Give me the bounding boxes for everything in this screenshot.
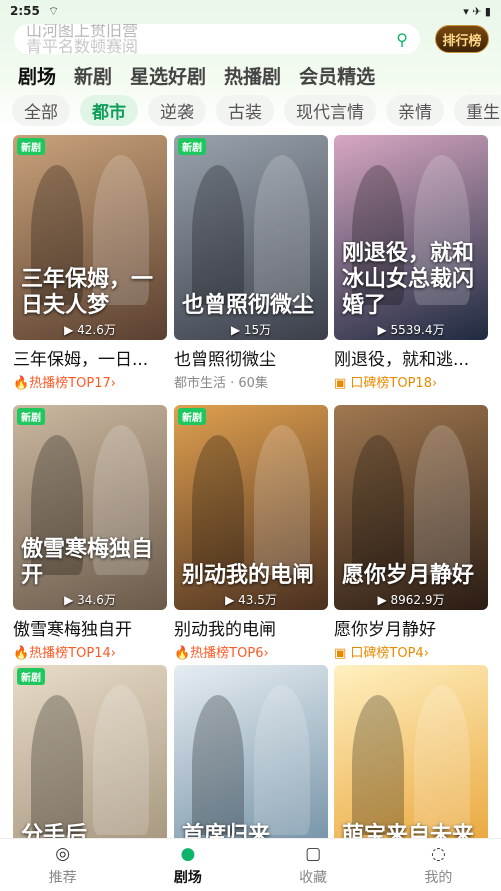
poster-figure [414, 425, 470, 575]
category-tabs: 剧场 新剧 星选好剧 热播剧 会员精选 [18, 62, 375, 89]
poster-figure [192, 165, 244, 305]
new-badge: 新剧 [17, 668, 45, 685]
poster-image[interactable]: 新剧傲雪寒梅独自开 ▶ 34.6万 [13, 405, 167, 610]
drama-card[interactable]: 新剧 也曾照彻微尘 ▶ 15万 也曾照彻微尘 都市生活 · 60集 [174, 135, 328, 391]
new-badge: 新剧 [178, 138, 206, 155]
profile-icon: ◌ [430, 843, 446, 864]
tab-label: 我的 [424, 869, 453, 886]
poster-title: 愿你岁月静好 [342, 562, 475, 588]
view-count: ▶ 43.5万 [225, 593, 277, 607]
drama-rank-meta[interactable]: 🔥热播榜TOP6› [174, 642, 328, 661]
tab-profile[interactable]: ◌ 我的 [376, 839, 501, 891]
tab-planet[interactable]: ◎ 推荐 [0, 839, 125, 891]
tab-category-1[interactable]: 新剧 [74, 62, 112, 89]
view-count: ▶ 5539.4万 [377, 323, 445, 337]
drama-card[interactable]: 愿你岁月静好 ▶ 8962.9万 愿你岁月静好 ▣ 口碑榜TOP4› [334, 405, 488, 661]
tab-category-4[interactable]: 会员精选 [299, 62, 375, 89]
view-count: ▶ 34.6万 [64, 593, 116, 607]
drama-card[interactable]: 新剧三年保姆，一日夫人梦 ▶ 42.6万三年保姆，一日... 🔥热播榜TOP17› [13, 135, 167, 391]
bookmark-icon: ▢ [305, 843, 322, 864]
status-bar: 2:55 ⌔ ▾ ✈ ▮ [0, 0, 501, 22]
drama-rank-meta[interactable]: 🔥热播榜TOP14› [13, 642, 167, 661]
poster-figure [93, 685, 149, 835]
drama-title[interactable]: 傲雪寒梅独自开 [13, 615, 167, 640]
chip-subcategory-4[interactable]: 现代言情 [284, 95, 376, 126]
tab-label: 收藏 [299, 869, 328, 886]
drama-title[interactable]: 别动我的电闸 [174, 615, 328, 640]
drama-title[interactable]: 三年保姆，一日... [13, 345, 167, 370]
new-badge: 新剧 [17, 408, 45, 425]
bottom-tab-bar: ◎ 推荐 ● 剧场 ▢ 收藏 ◌ 我的 [0, 838, 501, 891]
tab-category-3[interactable]: 热播剧 [224, 62, 281, 89]
status-icons: ▾ ✈ ▮ [463, 4, 491, 18]
tab-label: 剧场 [173, 869, 202, 886]
planet-icon: ◎ [55, 843, 71, 864]
chip-subcategory-0[interactable]: 全部 [12, 95, 70, 126]
poster-figure [31, 695, 83, 835]
search-input[interactable]: 山河图上贯旧营 青平名数顿赛阅 ⚲ [14, 24, 420, 54]
theater-icon: ● [180, 843, 196, 864]
view-count: ▶ 8962.9万 [377, 593, 445, 607]
search-icon[interactable]: ⚲ [396, 30, 408, 49]
search-placeholder-line2: 青平名数顿赛阅 [26, 37, 139, 55]
chip-subcategory-1[interactable]: 都市 [80, 95, 138, 126]
poster-figure [352, 695, 404, 835]
drama-title[interactable]: 也曾照彻微尘 [174, 345, 328, 370]
poster-image[interactable]: 刚退役，就和冰山女总裁闪婚了 ▶ 5539.4万 [334, 135, 488, 340]
chip-subcategory-2[interactable]: 逆袭 [148, 95, 206, 126]
drama-title[interactable]: 刚退役，就和逃... [334, 345, 488, 370]
tab-bookmark[interactable]: ▢ 收藏 [251, 839, 376, 891]
poster-figure [254, 155, 310, 305]
poster-figure [254, 425, 310, 575]
drama-title[interactable]: 愿你岁月静好 [334, 615, 488, 640]
tab-theater[interactable]: ● 剧场 [125, 839, 250, 891]
new-badge: 新剧 [178, 408, 206, 425]
poster-figure [192, 435, 244, 575]
chip-subcategory-6[interactable]: 重生 [454, 95, 501, 126]
tab-category-2[interactable]: 星选好剧 [130, 62, 206, 89]
ranking-button[interactable]: 排行榜 [435, 25, 489, 53]
chip-subcategory-3[interactable]: 古装 [216, 95, 274, 126]
poster-title: 三年保姆，一日夫人梦 [21, 266, 154, 318]
poster-figure [254, 685, 310, 835]
status-time: 2:55 [10, 4, 40, 18]
drama-rank-meta[interactable]: ▣ 口碑榜TOP18› [334, 372, 488, 391]
drama-rank-meta[interactable]: ▣ 口碑榜TOP4› [334, 642, 488, 661]
wifi-icon: ⌔ [47, 3, 60, 18]
poster-image[interactable]: 新剧三年保姆，一日夫人梦 ▶ 42.6万 [13, 135, 167, 340]
poster-image[interactable]: 愿你岁月静好 ▶ 8962.9万 [334, 405, 488, 610]
poster-title: 也曾照彻微尘 [182, 292, 315, 318]
poster-title: 傲雪寒梅独自开 [21, 536, 154, 588]
drama-card[interactable]: 新剧 别动我的电闸 ▶ 43.5万 别动我的电闸 🔥热播榜TOP6› [174, 405, 328, 661]
view-count: ▶ 42.6万 [64, 323, 116, 337]
poster-title: 刚退役，就和冰山女总裁闪婚了 [342, 240, 475, 318]
drama-card[interactable]: 新剧 傲雪寒梅独自开 ▶ 34.6万 傲雪寒梅独自开 🔥热播榜TOP14› [13, 405, 167, 661]
drama-card[interactable]: 刚退役，就和冰山女总裁闪婚了 ▶ 5539.4万刚退役，就和逃... ▣ 口碑榜TO… [334, 135, 488, 391]
drama-rank-meta[interactable]: 🔥热播榜TOP17› [13, 372, 167, 391]
poster-figure [414, 685, 470, 835]
tab-label: 推荐 [48, 869, 77, 886]
chip-subcategory-5[interactable]: 亲情 [386, 95, 444, 126]
tab-category-0[interactable]: 剧场 [18, 62, 56, 89]
new-badge: 新剧 [17, 138, 45, 155]
poster-figure [192, 695, 244, 835]
poster-title: 别动我的电闸 [182, 562, 315, 588]
subcategory-chips: 全部 都市 逆袭 古装 现代言情 亲情 重生 [12, 95, 501, 126]
poster-image[interactable]: 新剧也曾照彻微尘 ▶ 15万 [174, 135, 328, 340]
poster-image[interactable]: 新剧别动我的电闸 ▶ 43.5万 [174, 405, 328, 610]
drama-rank-meta: 都市生活 · 60集 [174, 376, 268, 391]
poster-figure [352, 435, 404, 575]
search-placeholder: 山河图上贯旧营 青平名数顿赛阅 [26, 24, 138, 54]
view-count: ▶ 15万 [230, 323, 272, 337]
